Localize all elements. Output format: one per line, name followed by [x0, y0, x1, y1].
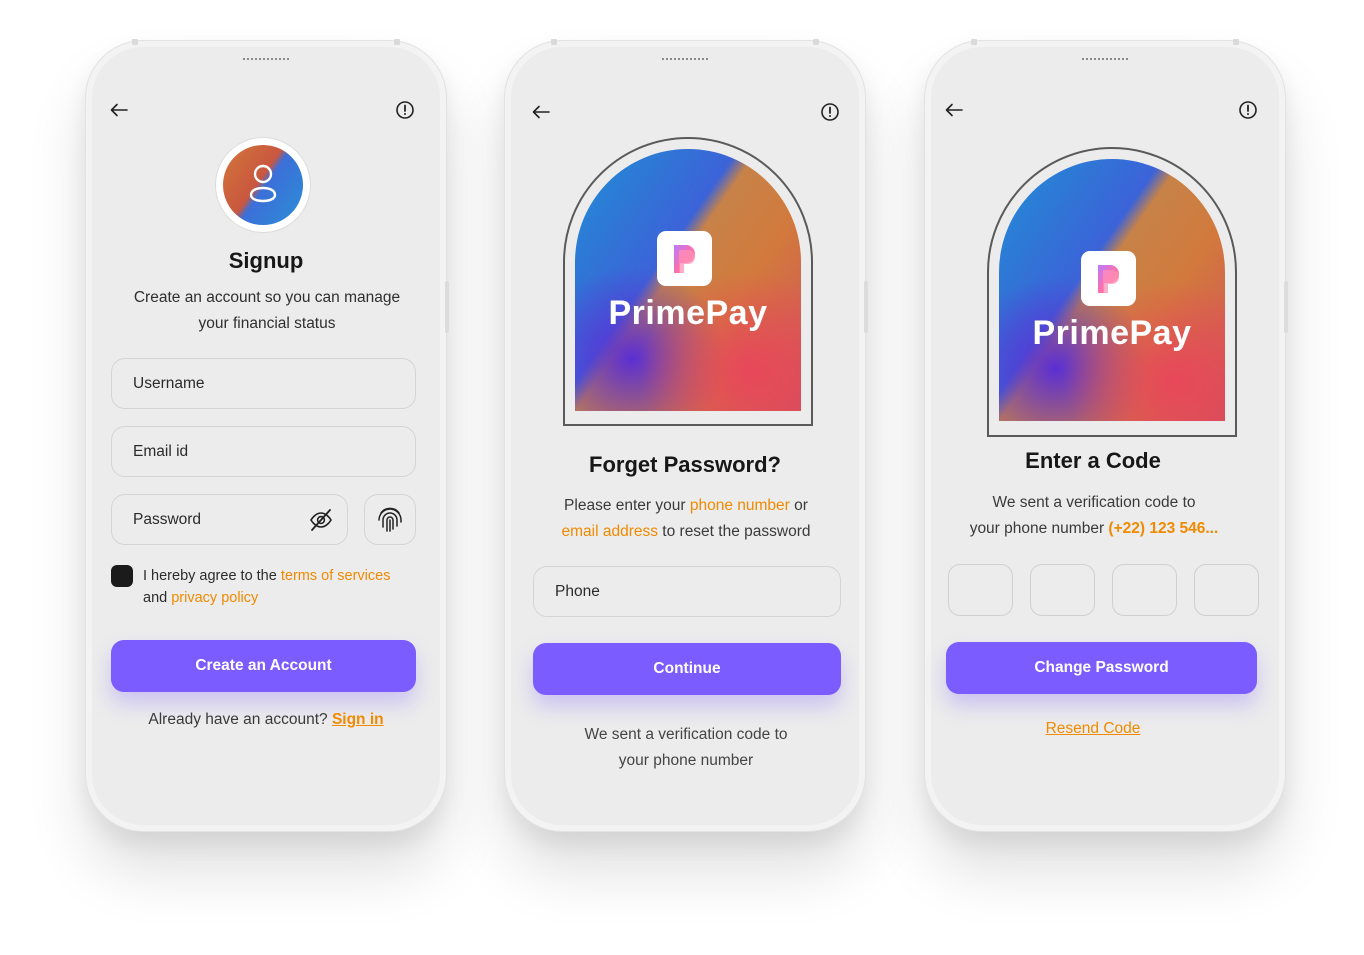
- brand-name: PrimePay: [1032, 314, 1192, 352]
- email-placeholder: Email id: [133, 442, 189, 460]
- phone-placeholder: Phone: [555, 582, 600, 600]
- instruction-prefix: Please enter your: [564, 497, 686, 514]
- agreement-text: I hereby agree to the terms of services …: [143, 565, 413, 609]
- code-sent-text: We sent a verification code to your phon…: [933, 490, 1255, 542]
- back-icon[interactable]: [530, 101, 552, 123]
- avatar[interactable]: [216, 138, 310, 232]
- otp-digit-1[interactable]: [948, 564, 1013, 616]
- logo-arch: PrimePay: [575, 149, 801, 411]
- password-placeholder: Password: [133, 510, 202, 528]
- create-account-button[interactable]: Create an Account: [111, 640, 416, 692]
- otp-digit-2[interactable]: [1030, 564, 1095, 616]
- biometric-button[interactable]: [364, 494, 416, 545]
- page-title: Forget Password?: [589, 452, 781, 477]
- terms-link[interactable]: terms of services: [281, 568, 391, 584]
- agree-checkbox[interactable]: [111, 565, 133, 587]
- phone-number-value: (+22) 123 546...: [1108, 520, 1219, 537]
- privacy-link[interactable]: privacy policy: [171, 590, 258, 606]
- password-field[interactable]: Password: [111, 494, 348, 545]
- agreement-and: and: [143, 590, 168, 606]
- resend-code-link[interactable]: Resend Code: [913, 720, 1273, 738]
- primepay-logo-icon: [657, 231, 712, 286]
- info-icon[interactable]: [394, 99, 416, 121]
- fingerprint-icon: [378, 507, 402, 532]
- back-icon[interactable]: [943, 99, 965, 121]
- brand-name: PrimePay: [608, 294, 768, 332]
- page-subtitle: Create an account so you can manage your…: [106, 285, 428, 337]
- page-title: Signup: [228, 248, 304, 273]
- agreement-prefix: I hereby agree to the: [143, 568, 277, 584]
- phone-number-link[interactable]: phone number: [690, 497, 790, 514]
- change-password-button[interactable]: Change Password: [946, 642, 1257, 694]
- phone-enter-code: PrimePay Enter a Code We sent a verifica…: [924, 39, 1288, 832]
- username-field[interactable]: Username: [111, 358, 416, 409]
- primepay-logo-icon: [1081, 251, 1136, 306]
- instruction-suffix: to reset the password: [662, 523, 811, 540]
- enter-code-screen: PrimePay Enter a Code We sent a verifica…: [925, 41, 1285, 831]
- logo-arch: PrimePay: [999, 159, 1225, 421]
- user-icon: [249, 164, 277, 203]
- signin-link[interactable]: Sign in: [332, 711, 384, 728]
- info-icon[interactable]: [1237, 99, 1259, 121]
- phone-forget-password: PrimePay Forget Password? Please enter y…: [504, 39, 868, 832]
- instruction-or: or: [794, 497, 808, 514]
- subtitle-line: your financial status: [198, 315, 336, 332]
- signup-screen: Signup Create an account so you can mana…: [86, 41, 446, 831]
- footer-note: We sent a verification code to your phon…: [525, 722, 847, 774]
- phone-field[interactable]: Phone: [533, 566, 841, 617]
- eye-off-icon[interactable]: [309, 509, 333, 536]
- email-field[interactable]: Email id: [111, 426, 416, 477]
- footer-line: your phone number: [618, 752, 754, 769]
- code-sent-line: We sent a verification code to: [992, 494, 1196, 511]
- phone-signup: Signup Create an account so you can mana…: [85, 39, 449, 832]
- forget-password-screen: PrimePay Forget Password? Please enter y…: [505, 41, 865, 831]
- username-placeholder: Username: [133, 374, 205, 392]
- info-icon[interactable]: [819, 101, 841, 123]
- code-sent-prefix: your phone number: [969, 520, 1105, 537]
- back-icon[interactable]: [108, 99, 130, 121]
- have-account-text: Already have an account?: [148, 711, 328, 728]
- otp-digit-4[interactable]: [1194, 564, 1259, 616]
- signin-prompt: Already have an account? Sign in: [86, 711, 446, 729]
- subtitle-line: Create an account so you can manage: [133, 289, 401, 306]
- footer-line: We sent a verification code to: [584, 726, 788, 743]
- continue-button[interactable]: Continue: [533, 643, 841, 695]
- otp-digit-3[interactable]: [1112, 564, 1177, 616]
- page-title: Enter a Code: [1025, 448, 1161, 473]
- instructions: Please enter your phone number or email …: [525, 493, 847, 545]
- email-address-link[interactable]: email address: [561, 523, 658, 540]
